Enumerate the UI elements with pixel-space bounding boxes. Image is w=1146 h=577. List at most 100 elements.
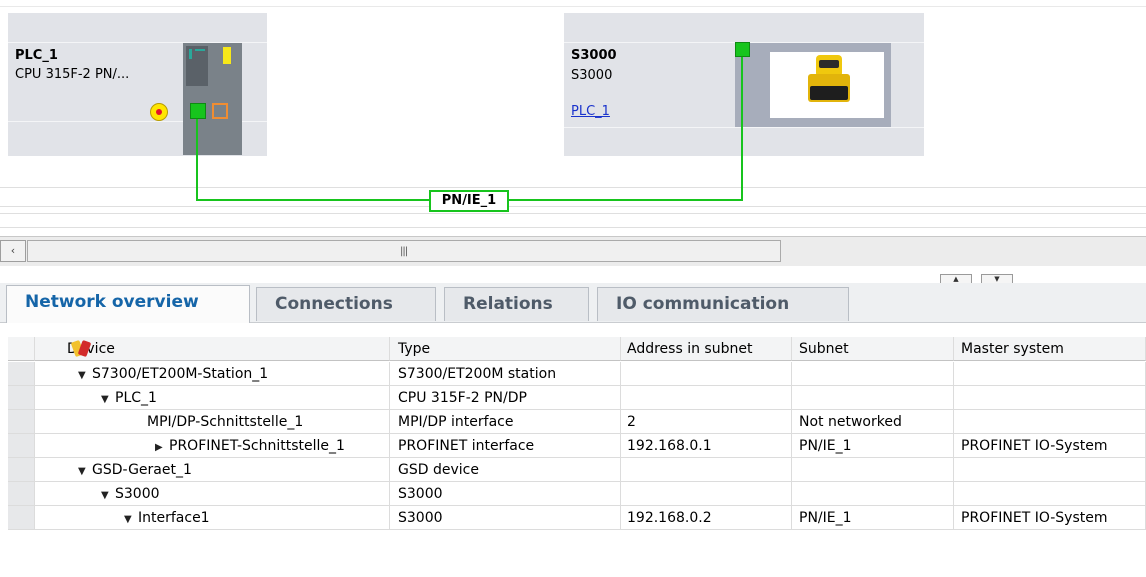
device-cell[interactable]: ▼ GSD-Geraet_1 bbox=[35, 458, 390, 482]
subnet-cell[interactable]: Not networked bbox=[792, 410, 954, 434]
fail-safe-icon bbox=[150, 103, 168, 121]
collapse-arrow-icon[interactable]: ▼ bbox=[124, 508, 138, 529]
address-cell[interactable] bbox=[621, 458, 792, 482]
scroll-left-button[interactable]: ‹ bbox=[0, 240, 26, 262]
device-name: PROFINET-Schnittstelle_1 bbox=[169, 438, 345, 454]
table-row[interactable]: ▼ Interface1 S3000 192.168.0.2 PN/IE_1 PROFIN… bbox=[0, 506, 1146, 530]
device-name: GSD-Geraet_1 bbox=[92, 462, 192, 478]
type-cell[interactable]: GSD device bbox=[390, 458, 621, 482]
module-led bbox=[189, 49, 192, 59]
device-cell[interactable]: ▶ PROFINET-Schnittstelle_1 bbox=[35, 434, 390, 458]
collapse-arrow-icon[interactable]: ▼ bbox=[78, 460, 92, 481]
plc-device-name: PLC_1 bbox=[15, 48, 58, 63]
table-row[interactable]: ▼ PLC_1 CPU 315F-2 PN/DP bbox=[0, 386, 1146, 410]
table-row[interactable]: ▶ PROFINET-Schnittstelle_1 PROFINET interf… bbox=[0, 434, 1146, 458]
expand-arrow-icon[interactable]: ▶ bbox=[155, 436, 169, 457]
table-header-row: Device Type Address in subnet Subnet Mas… bbox=[0, 337, 1146, 361]
table-row[interactable]: MPI/DP-Schnittstelle_1 MPI/DP interface 2 N… bbox=[0, 410, 1146, 434]
horizontal-scrollbar[interactable]: ‹ ||| bbox=[0, 236, 1146, 266]
collapse-arrow-icon[interactable]: ▼ bbox=[101, 484, 115, 505]
device-name: Interface1 bbox=[138, 510, 210, 526]
master-system-cell[interactable] bbox=[954, 482, 1146, 506]
plc-profinet-port-icon[interactable] bbox=[190, 103, 206, 119]
tab-connections[interactable]: Connections bbox=[256, 287, 436, 321]
s3000-device-type: S3000 bbox=[571, 68, 613, 83]
overview-tab-bar: Network overview Connections Relations I… bbox=[0, 283, 1146, 323]
address-cell[interactable] bbox=[621, 386, 792, 410]
table-row[interactable]: ▼ S3000 S3000 bbox=[0, 482, 1146, 506]
master-system-cell[interactable]: PROFINET IO-System bbox=[954, 434, 1146, 458]
master-system-cell[interactable] bbox=[954, 410, 1146, 434]
column-header-device[interactable]: Device bbox=[35, 337, 390, 361]
master-system-cell[interactable]: PROFINET IO-System bbox=[954, 506, 1146, 530]
column-header-address[interactable]: Address in subnet bbox=[621, 337, 792, 361]
scroll-thumb[interactable]: ||| bbox=[27, 240, 781, 262]
scanner-window bbox=[819, 60, 839, 68]
network-connection-line[interactable] bbox=[196, 119, 198, 201]
column-header-subnet[interactable]: Subnet bbox=[792, 337, 954, 361]
device-cell[interactable]: MPI/DP-Schnittstelle_1 bbox=[35, 410, 390, 434]
address-cell[interactable]: 192.168.0.1 bbox=[621, 434, 792, 458]
subnet-cell[interactable]: PN/IE_1 bbox=[792, 506, 954, 530]
row-gutter bbox=[8, 386, 35, 410]
collapse-arrow-icon[interactable]: ▼ bbox=[101, 388, 115, 409]
address-cell[interactable] bbox=[621, 362, 792, 386]
card-divider bbox=[564, 127, 924, 128]
network-connection-line[interactable] bbox=[509, 199, 743, 201]
tab-relations[interactable]: Relations bbox=[444, 287, 589, 321]
table-row[interactable]: ▼ S7300/ET200M-Station_1 S7300/ET200M stat… bbox=[0, 362, 1146, 386]
s3000-device-name: S3000 bbox=[571, 48, 617, 63]
device-name: S3000 bbox=[115, 486, 160, 502]
subnet-cell[interactable] bbox=[792, 362, 954, 386]
network-subnet-label[interactable]: PN/IE_1 bbox=[429, 190, 509, 212]
subnet-cell[interactable] bbox=[792, 458, 954, 482]
subnet-cell[interactable] bbox=[792, 482, 954, 506]
row-gutter bbox=[8, 434, 35, 458]
s3000-master-link[interactable]: PLC_1 bbox=[571, 102, 610, 121]
address-cell[interactable] bbox=[621, 482, 792, 506]
column-header-type[interactable]: Type bbox=[390, 337, 621, 361]
canvas-grid-line bbox=[0, 227, 1146, 228]
table-row[interactable]: ▼ GSD-Geraet_1 GSD device bbox=[0, 458, 1146, 482]
canvas-top-border bbox=[0, 6, 1146, 7]
plc-mpi-dp-port-icon[interactable] bbox=[212, 103, 228, 119]
network-view-canvas[interactable]: PLC_1 CPU 315F-2 PN/... S3000 S3000 PLC_… bbox=[0, 0, 1146, 235]
device-cell[interactable]: ▼ S7300/ET200M-Station_1 bbox=[35, 362, 390, 386]
master-system-cell[interactable] bbox=[954, 362, 1146, 386]
device-name: S7300/ET200M-Station_1 bbox=[92, 366, 269, 382]
master-system-cell[interactable] bbox=[954, 386, 1146, 410]
device-cell[interactable]: ▼ PLC_1 bbox=[35, 386, 390, 410]
type-cell[interactable]: S7300/ET200M station bbox=[390, 362, 621, 386]
device-cell[interactable]: ▼ S3000 bbox=[35, 482, 390, 506]
type-cell[interactable]: S3000 bbox=[390, 506, 621, 530]
subnet-cell[interactable] bbox=[792, 386, 954, 410]
device-cell[interactable]: ▼ Interface1 bbox=[35, 506, 390, 530]
device-tool-icon bbox=[70, 339, 92, 358]
subnet-cell[interactable]: PN/IE_1 bbox=[792, 434, 954, 458]
tab-network-overview[interactable]: Network overview bbox=[6, 285, 250, 323]
address-cell[interactable]: 2 bbox=[621, 410, 792, 434]
type-cell[interactable]: PROFINET interface bbox=[390, 434, 621, 458]
row-gutter bbox=[8, 458, 35, 482]
master-system-cell[interactable] bbox=[954, 458, 1146, 482]
type-cell[interactable]: MPI/DP interface bbox=[390, 410, 621, 434]
row-gutter bbox=[8, 362, 35, 386]
address-cell[interactable]: 192.168.0.2 bbox=[621, 506, 792, 530]
s3000-profinet-port-icon[interactable] bbox=[735, 42, 750, 57]
row-gutter bbox=[8, 337, 35, 361]
canvas-grid-line bbox=[0, 206, 1146, 207]
network-connection-line[interactable] bbox=[196, 199, 429, 201]
type-cell[interactable]: S3000 bbox=[390, 482, 621, 506]
tab-io-communication[interactable]: IO communication bbox=[597, 287, 849, 321]
laser-scanner-image bbox=[770, 52, 884, 118]
device-name: MPI/DP-Schnittstelle_1 bbox=[147, 414, 304, 430]
collapse-arrow-icon[interactable]: ▼ bbox=[78, 364, 92, 385]
module-led bbox=[195, 49, 205, 51]
type-cell[interactable]: CPU 315F-2 PN/DP bbox=[390, 386, 621, 410]
canvas-grid-line bbox=[0, 213, 1146, 214]
plc-module-graphic[interactable] bbox=[183, 43, 242, 155]
plc-device-type: CPU 315F-2 PN/... bbox=[15, 67, 130, 82]
network-connection-line[interactable] bbox=[741, 57, 743, 201]
column-header-master-system[interactable]: Master system bbox=[954, 337, 1146, 361]
row-gutter bbox=[8, 482, 35, 506]
